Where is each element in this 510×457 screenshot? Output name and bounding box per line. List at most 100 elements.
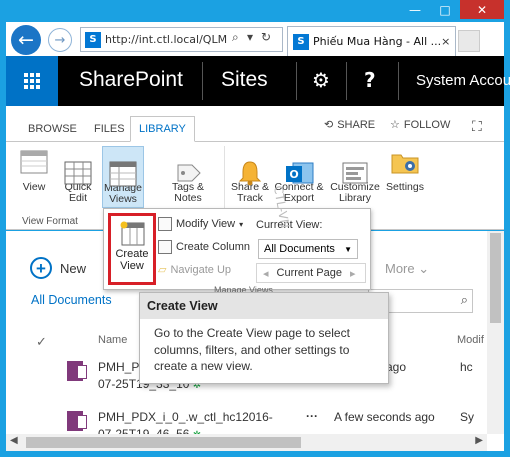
refresh-icon[interactable]: ↻: [261, 30, 271, 44]
focus-content-icon[interactable]: ⛶: [472, 118, 482, 135]
settings-label: Settings: [386, 181, 424, 193]
current-view-value: All Documents: [264, 243, 335, 255]
column-header-modified-by[interactable]: Modif: [457, 334, 484, 346]
divider: [202, 62, 203, 100]
follow-label: FOLLOW: [403, 118, 451, 131]
share-label: SHARE: [337, 118, 376, 131]
manage-views-button[interactable]: Manage Views: [102, 146, 144, 208]
quick-edit-button[interactable]: Quick Edit: [58, 146, 98, 204]
scroll-right-icon[interactable]: ▶: [475, 435, 483, 446]
scrollbar-thumb[interactable]: [490, 233, 501, 323]
folder-gear-icon: [389, 146, 421, 178]
manage-views-icon: [107, 147, 139, 187]
tab-library[interactable]: LIBRARY: [130, 116, 195, 142]
chevron-down-icon: ▼: [344, 244, 352, 254]
more-label: More: [385, 261, 415, 276]
search-icon: ⌕: [460, 293, 468, 308]
onenote-file-icon: [67, 361, 87, 381]
new-tab-button[interactable]: [458, 30, 480, 52]
star-icon: ☆: [390, 119, 400, 131]
divider: [346, 62, 347, 100]
bell-icon: [234, 146, 266, 186]
tab-browse[interactable]: BROWSE: [20, 116, 85, 142]
app-launcher-icon[interactable]: [6, 56, 58, 106]
modify-view-label: Modify View: [176, 218, 236, 230]
tag-icon: [172, 146, 204, 182]
manage-views-menu: Create View Modify View ▾ Create Column …: [103, 208, 371, 295]
new-label: New: [60, 260, 87, 276]
next-page-icon[interactable]: ▸: [350, 267, 356, 280]
app-title[interactable]: SharePoint: [79, 68, 183, 92]
create-view-icon: [120, 221, 145, 246]
outlook-icon: O: [283, 146, 315, 184]
create-column-button[interactable]: Create Column: [158, 240, 250, 254]
modified-time: A few seconds ago: [334, 410, 435, 424]
dropdown-arrow-icon: ▾: [239, 219, 244, 229]
tab-close-icon[interactable]: ×: [441, 35, 450, 48]
view-label: View: [22, 181, 46, 193]
checkmark-icon[interactable]: ✓: [36, 334, 47, 350]
divider: [398, 62, 399, 100]
folder-up-icon: ▱: [158, 264, 167, 276]
navigate-up-button[interactable]: ▱ Navigate Up: [158, 263, 232, 277]
user-menu[interactable]: System Account: [416, 72, 510, 89]
help-icon[interactable]: ?: [364, 68, 376, 92]
address-text: http://int.ctl.local/QLM: [105, 33, 228, 46]
chevron-down-icon: ⌄: [418, 261, 430, 276]
share-icon: ⟲: [324, 119, 334, 131]
search-icon[interactable]: ⌕: [232, 30, 239, 45]
create-column-icon: [158, 240, 172, 254]
create-view-tooltip: Create View Go to the Create View page t…: [139, 292, 389, 384]
tooltip-title: Create View: [140, 293, 388, 319]
create-view-label: Create View: [115, 248, 149, 272]
more-button[interactable]: More ⌄: [385, 261, 429, 277]
previous-page-icon[interactable]: ◂: [263, 267, 269, 280]
view-button[interactable]: View: [16, 146, 52, 193]
modify-view-icon: [158, 217, 172, 231]
ellipsis-menu-icon[interactable]: ···: [306, 409, 318, 423]
forward-arrow-icon[interactable]: →: [48, 28, 72, 52]
sharepoint-favicon-icon: S: [85, 31, 101, 48]
dropdown-arrow-icon[interactable]: ▾: [247, 30, 253, 44]
all-documents-view[interactable]: All Documents: [31, 293, 112, 307]
grid-edit-icon: [62, 146, 94, 185]
current-view-select[interactable]: All Documents ▼: [258, 239, 358, 259]
follow-button[interactable]: ☆ FOLLOW: [390, 118, 451, 132]
window-controls: — □ ✕: [400, 0, 504, 19]
share-button[interactable]: ⟲ SHARE: [324, 118, 376, 132]
create-column-label: Create Column: [176, 241, 250, 253]
ribbon-tabs: BROWSE FILES LIBRARY ⟲ SHARE ☆ FOLLOW ⛶: [6, 106, 504, 142]
new-document-button[interactable]: + New: [30, 257, 86, 279]
tab-title: Phiếu Mua Hàng - All ...: [313, 35, 442, 48]
vertical-scrollbar[interactable]: [487, 231, 504, 434]
navigate-up-label: Navigate Up: [170, 263, 232, 276]
horizontal-scrollbar[interactable]: ◀ ▶: [6, 434, 487, 451]
tab-files[interactable]: FILES: [86, 116, 133, 142]
gear-icon[interactable]: ⚙: [312, 68, 330, 92]
share-track-button[interactable]: Share & Track: [230, 146, 270, 204]
settings-button[interactable]: Settings: [382, 146, 428, 193]
onenote-file-icon: [67, 411, 87, 431]
column-header-name[interactable]: Name: [98, 334, 127, 346]
tab-favicon-icon: S: [293, 33, 309, 50]
browser-tab[interactable]: S Phiếu Mua Hàng - All ... ×: [287, 26, 456, 56]
sites-link[interactable]: Sites: [221, 68, 268, 92]
modify-view-button[interactable]: Modify View ▾: [158, 217, 243, 231]
customize-library-button[interactable]: Customize Library: [328, 146, 382, 204]
suite-bar: SharePoint Sites ⚙ ? System Account: [6, 56, 510, 106]
create-view-button[interactable]: Create View: [108, 213, 156, 285]
view-icon: [18, 146, 50, 178]
form-icon: [339, 146, 371, 184]
browser-window: — □ ✕ ← → S http://int.ctl.local/QLM ⌕ ▾…: [0, 0, 510, 457]
minimize-button[interactable]: —: [400, 0, 430, 19]
scrollbar-thumb[interactable]: [26, 437, 301, 448]
back-arrow-icon[interactable]: ←: [11, 25, 41, 55]
current-page-pager[interactable]: ◂ Current Page ▸: [256, 263, 366, 283]
scroll-left-icon[interactable]: ◀: [10, 435, 18, 446]
maximize-button[interactable]: □: [430, 0, 460, 19]
tooltip-body: Go to the Create View page to select col…: [154, 326, 350, 373]
address-row: ← → S http://int.ctl.local/QLM ⌕ ▾ ↻ S P…: [6, 22, 504, 56]
svg-text:O: O: [289, 168, 298, 181]
close-button[interactable]: ✕: [460, 0, 504, 19]
tags-notes-button[interactable]: Tags & Notes: [166, 146, 210, 204]
